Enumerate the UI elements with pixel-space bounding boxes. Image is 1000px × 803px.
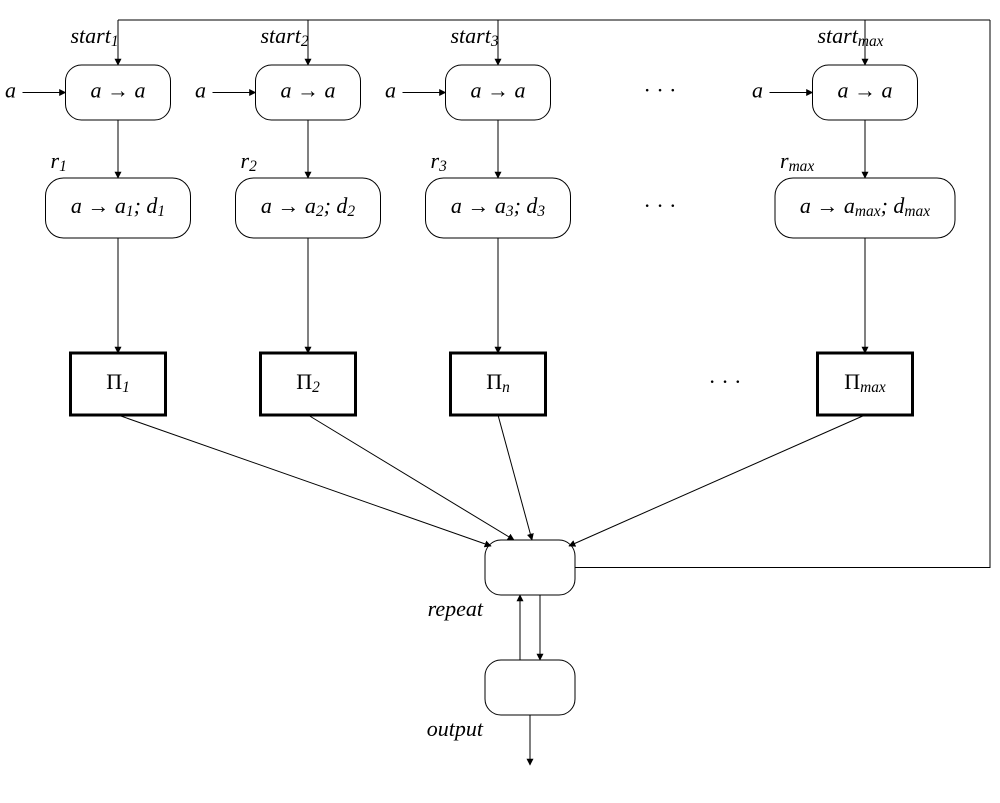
pi-text-2: Πn <box>486 369 510 396</box>
start-label-2: start3 <box>451 23 499 50</box>
flow-diagram: start1 a → a a r1a → a1; d1 Π1 start2 a → a a r2… <box>0 0 1000 798</box>
r-label-1: r2 <box>241 148 258 175</box>
start-label-1: start2 <box>261 23 309 50</box>
pi-text-0: Π1 <box>106 369 130 396</box>
r-rule-text-0: a → a1; d1 <box>71 193 165 220</box>
pi-text-1: Π2 <box>296 369 320 396</box>
start-label-0: start1 <box>71 23 119 50</box>
start-rule-0: a → a <box>91 78 146 103</box>
repeat-label: repeat <box>428 596 484 621</box>
input-a-3: a <box>752 78 763 103</box>
r-label-0: r1 <box>51 148 67 175</box>
input-a-1: a <box>195 78 206 103</box>
output-label: output <box>427 716 484 741</box>
pi-text-3: Πmax <box>844 369 886 396</box>
start-rule-1: a → a <box>281 78 336 103</box>
repeat-box <box>485 540 575 595</box>
r-rule-text-2: a → a3; d3 <box>451 193 546 220</box>
r-rule-text-1: a → a2; d2 <box>261 193 356 220</box>
r-label-3: rmax <box>780 148 814 175</box>
dots-row-r: · · · <box>644 193 677 218</box>
dots-row-pi: · · · <box>709 369 742 394</box>
output-box <box>485 660 575 715</box>
input-a-0: a <box>5 78 16 103</box>
input-a-2: a <box>385 78 396 103</box>
r-rule-text-3: a → amax; dmax <box>800 193 930 220</box>
r-label-2: r3 <box>431 148 448 175</box>
start-rule-2: a → a <box>471 78 526 103</box>
start-rule-3: a → a <box>838 78 893 103</box>
dots-row-start: · · · <box>644 78 677 103</box>
start-label-3: startmax <box>818 23 884 50</box>
